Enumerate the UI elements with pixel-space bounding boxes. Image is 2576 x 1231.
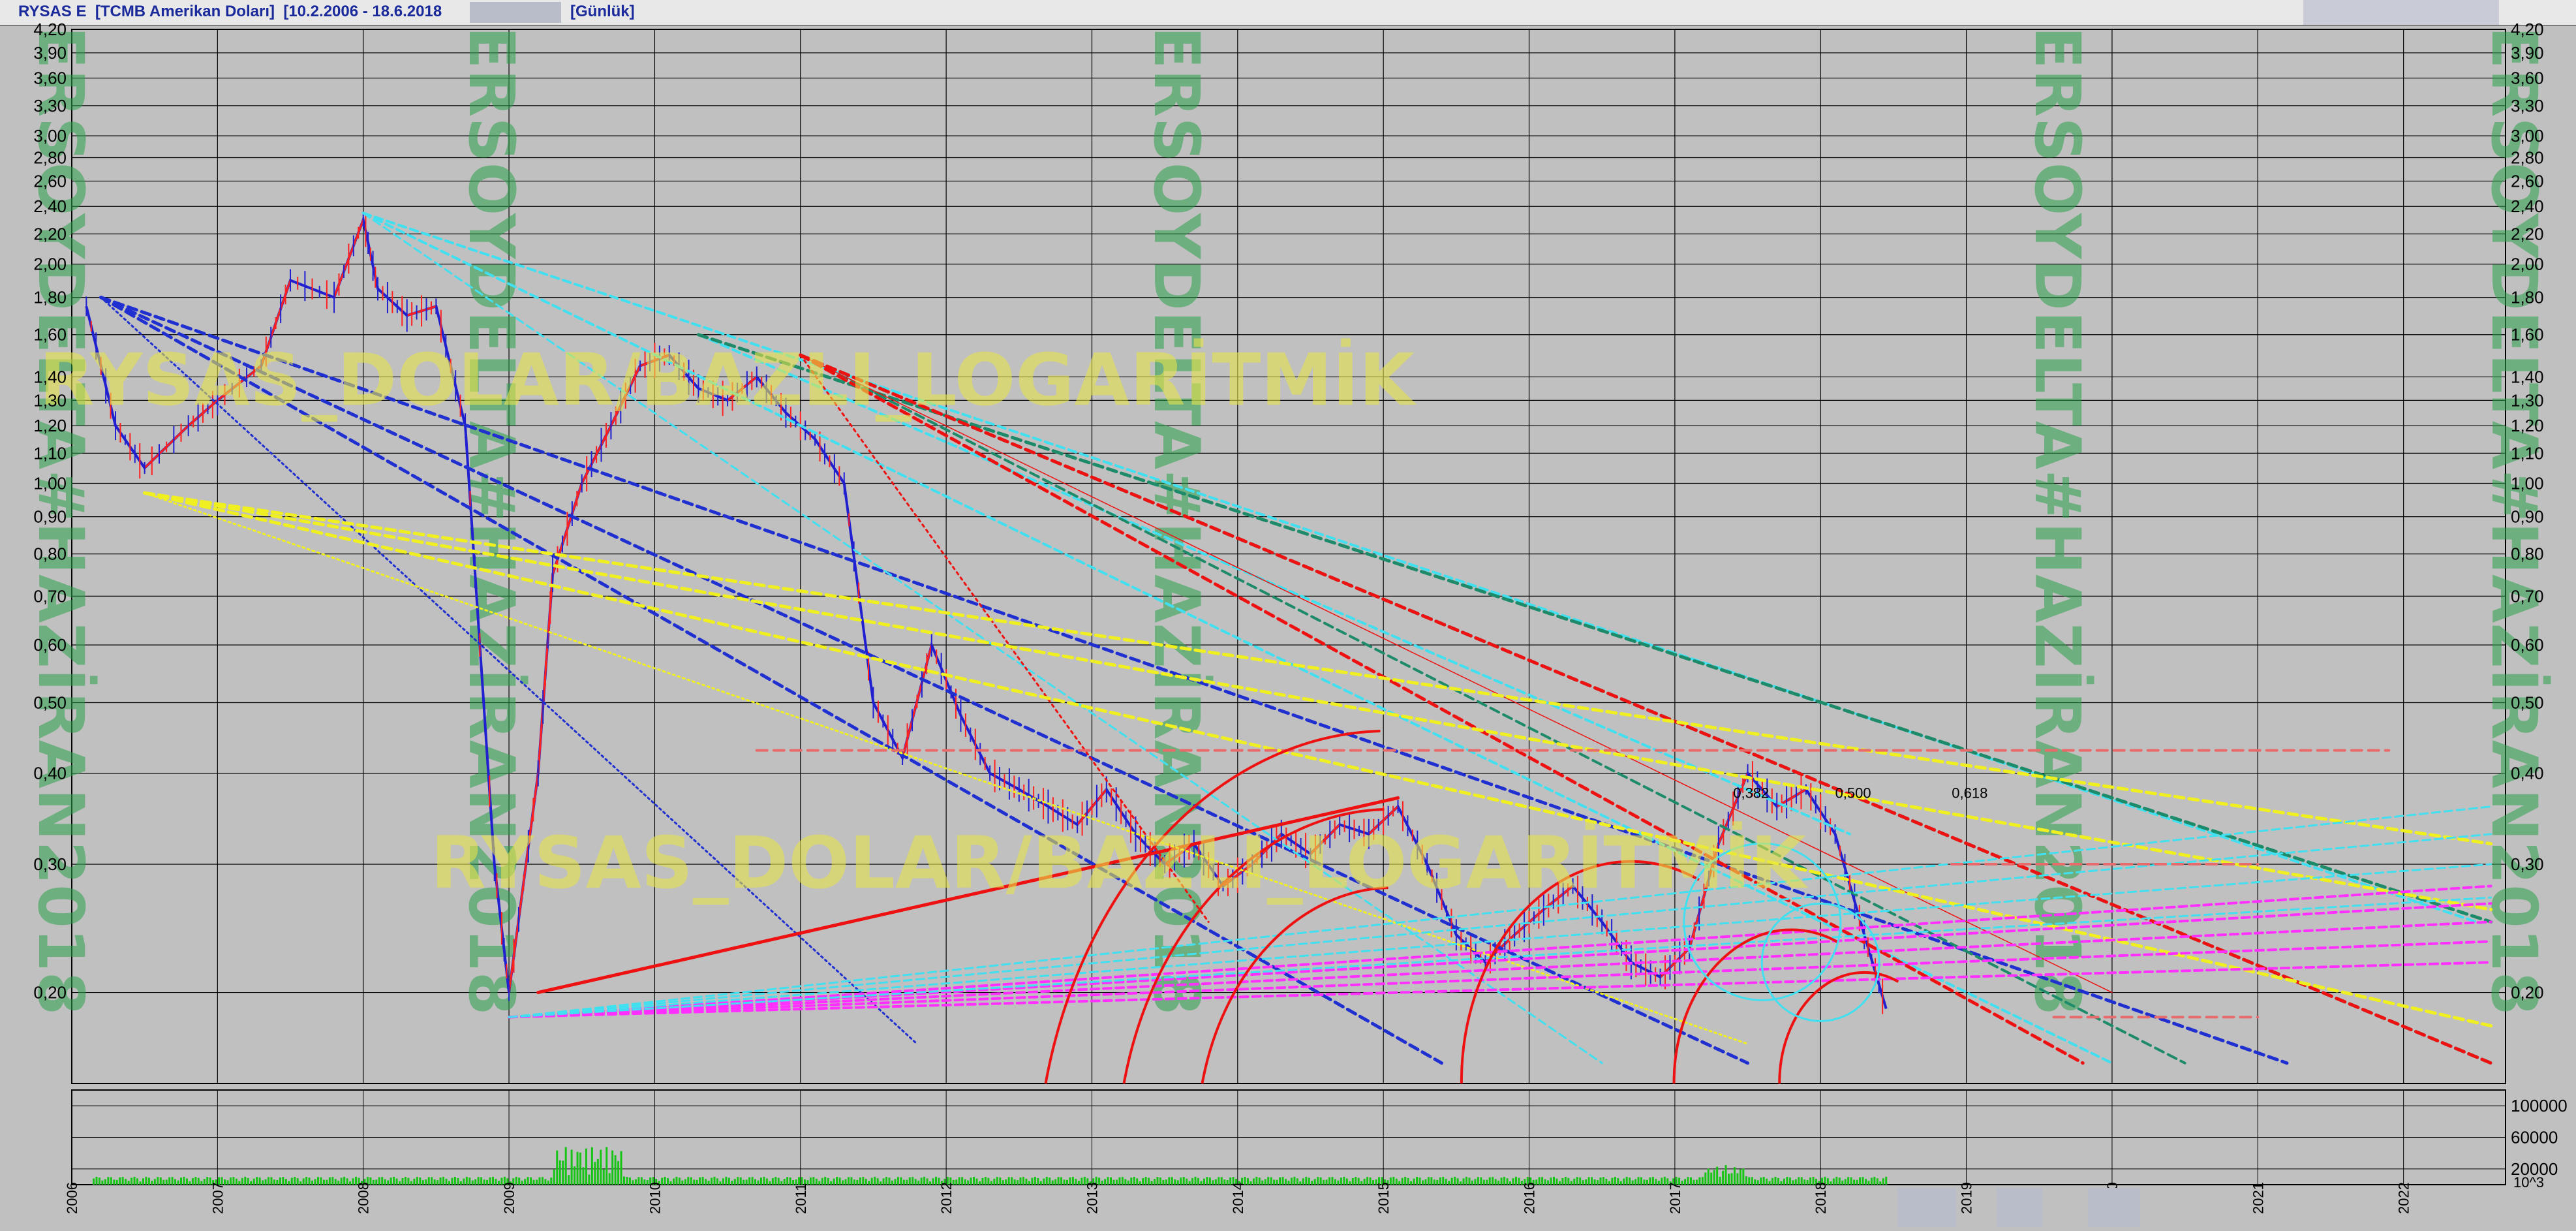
y-tick-label-right: 3,90 [2511,43,2544,63]
redacted-block [2088,1188,2140,1227]
y-tick-label-right: 2,80 [2511,148,2544,168]
x-tick-label: 2014 [1230,1182,1246,1214]
y-tick-label-left: 0,80 [33,544,67,564]
x-tick-label: 2009 [501,1182,517,1214]
redacted-block [1997,1188,2042,1227]
x-tick-label: 2010 [647,1182,663,1214]
y-tick-label-left: 1,10 [33,443,67,463]
x-tick-label: 2022 [2396,1182,2412,1214]
y-tick-label-right: 3,00 [2511,126,2544,146]
y-tick-label-left: 3,00 [33,126,67,146]
y-tick-label-left: 1,00 [33,474,67,493]
y-tick-label-left: 0,70 [33,586,67,606]
y-tick-label-right: 1,10 [2511,443,2544,463]
fib-label: 0,618 [1952,785,1987,801]
x-tick-label: 2008 [356,1182,372,1214]
y-tick-label-right: 2,00 [2511,255,2544,274]
y-tick-label-left: 3,30 [33,96,67,116]
y-tick-label-right: 0,90 [2511,507,2544,527]
x-tick-label: 2012 [938,1182,955,1214]
y-tick-label-left: 1,30 [33,390,67,410]
x-tick-label: 2007 [209,1182,226,1214]
x-tick-label: 2018 [1813,1182,1829,1214]
y-tick-label-left: 0,60 [33,635,67,655]
y-tick-label-left: 2,20 [33,224,67,243]
watermark-vertical: ERSOYDELTA#HAZİRAN2018 [2021,26,2094,1015]
y-tick-label-right: 1,00 [2511,474,2544,493]
volume-tick-label: 100000 [2511,1096,2568,1115]
y-tick-label-left: 3,90 [33,43,67,63]
y-tick-label-left: 2,60 [33,171,67,191]
y-tick-label-left: 1,80 [33,288,67,307]
chart-root: RYSAS E [TCMB Amerikan Doları] [10.2.200… [0,0,2576,1231]
y-tick-label-right: 1,40 [2511,367,2544,386]
y-tick-label-right: 0,30 [2511,854,2544,874]
y-tick-label-left: 1,20 [33,416,67,435]
price-chart: ERSOYDELTA#HAZİRAN2018 ERSOYDELTA#HAZİRAN… [0,20,2576,1231]
y-tick-label-left: 0,40 [33,764,67,783]
y-tick-label-right: 0,50 [2511,693,2544,712]
redacted-block [1897,1188,1956,1227]
volume-tick-label: 60000 [2511,1128,2558,1147]
x-tick-label: 2021 [2250,1182,2266,1214]
y-tick-label-left: 3,60 [33,69,67,88]
y-tick-label-left: 0,90 [33,507,67,527]
y-tick-label-left: 1,60 [33,325,67,345]
y-tick-label-right: 0,70 [2511,586,2544,606]
x-tick-label: 2015 [1375,1182,1392,1214]
x-tick-label: 2016 [1522,1182,1538,1214]
y-tick-label-right: 3,60 [2511,69,2544,88]
y-tick-label-right: 2,20 [2511,224,2544,243]
volume-scale-note: 10^3 [2513,1174,2544,1191]
y-tick-label-right: 2,40 [2511,196,2544,216]
x-tick-label: 2013 [1084,1182,1100,1214]
fib-label: 0,382 [1733,785,1769,801]
y-tick-label-left: 2,80 [33,148,67,168]
y-tick-label-right: 0,80 [2511,544,2544,564]
y-tick-label-left: 0,50 [33,693,67,712]
x-tick-label: 2006 [64,1182,80,1214]
x-tick-label: 2017 [1667,1182,1683,1214]
y-tick-label-left: 0,30 [33,854,67,874]
x-tick-label: 2011 [793,1183,809,1214]
y-tick-label-left: 0,20 [33,983,67,1003]
y-tick-label-right: 0,40 [2511,764,2544,783]
y-tick-label-right: 0,60 [2511,635,2544,655]
watermark-horizontal-mid: RYSAS_DOLAR/BAZLI_LOGARİTMİK [431,820,1809,905]
y-tick-label-right: 1,80 [2511,288,2544,307]
y-tick-label-right: 0,20 [2511,983,2544,1003]
y-tick-label-left: 2,00 [33,255,67,274]
y-tick-label-left: 2,40 [33,196,67,216]
y-tick-label-right: 1,60 [2511,325,2544,345]
y-tick-label-right: 2,60 [2511,171,2544,191]
fib-label: 0,500 [1835,785,1871,801]
watermark-horizontal-top: RYSAS_DOLAR/BAZLI_LOGARİTMİK [39,337,1417,422]
y-tick-label-left: 4,20 [33,20,67,39]
y-tick-label-left: 1,40 [33,367,67,386]
y-tick-label-right: 1,20 [2511,416,2544,435]
x-tick-label: 2019 [1959,1182,1975,1214]
y-tick-label-right: 3,30 [2511,96,2544,116]
y-tick-label-right: 1,30 [2511,390,2544,410]
y-tick-label-right: 4,20 [2511,20,2544,39]
